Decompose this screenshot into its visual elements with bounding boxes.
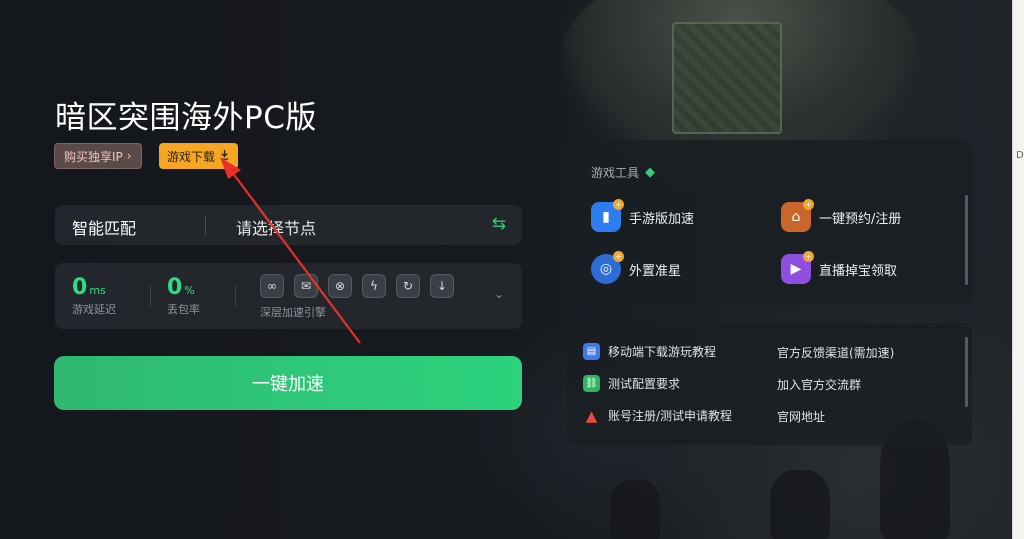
match-mode[interactable]: 智能匹配 (72, 215, 136, 239)
page-title: 暗区突围海外PC版 (55, 100, 317, 136)
link-join-group[interactable]: 加入官方交流群 (777, 376, 861, 393)
scrollbar[interactable] (965, 195, 968, 285)
crosshair-icon: ◎ + (591, 251, 624, 284)
node-select[interactable]: 请选择节点 (236, 215, 316, 239)
mobile-icon: ▮ + (591, 199, 624, 232)
tool-label: 一键预约/注册 (819, 211, 902, 227)
latency-label: 游戏延迟 (72, 303, 116, 316)
engine-label: 深层加速引擎 (260, 306, 326, 319)
buy-ip-button[interactable]: 购买独享IP › (54, 143, 142, 169)
background-soldier (770, 470, 830, 539)
download-circle-icon[interactable]: ↓ (430, 274, 454, 298)
divider (150, 285, 151, 307)
link-feedback[interactable]: 官方反馈渠道(需加速) (777, 344, 894, 361)
background-patch (672, 22, 782, 134)
tool-register[interactable]: ⌂ + 一键预约/注册 (781, 199, 902, 232)
swap-icon[interactable]: ⇆ (492, 214, 506, 234)
link-label: 移动端下载游玩教程 (608, 345, 717, 359)
latency-stat: 0 ms 游戏延迟 (72, 275, 116, 317)
register-icon: ⌂ + (781, 199, 814, 232)
tool-live-drops[interactable]: ▶ + 直播掉宝领取 (781, 251, 898, 284)
tool-label: 直播掉宝领取 (819, 263, 898, 279)
stats-panel: 0 ms 游戏延迟 0% 丢包率 ∞ ✉ ⊗ ϟ ↻ ↓ 深层加速引擎 ⌄ (55, 263, 522, 329)
link-register-tutorial[interactable]: ▲ 账号注册/测试申请教程 (583, 406, 733, 425)
scrollbar[interactable] (965, 337, 968, 407)
tool-crosshair[interactable]: ◎ + 外置准星 (591, 251, 682, 284)
cube-icon: ◆ (645, 165, 656, 180)
loss-label: 丢包率 (167, 303, 200, 316)
link-icon[interactable]: ∞ (260, 274, 284, 298)
latency-unit: ms (89, 284, 106, 297)
bolt-icon[interactable]: ϟ (362, 274, 386, 298)
chevron-right-icon: › (126, 149, 132, 163)
packet-loss-stat: 0% 丢包率 (167, 275, 200, 317)
tools-header: 游戏工具 ◆ (591, 164, 655, 181)
link-official-site[interactable]: 官网地址 (777, 408, 825, 425)
link-chain-icon: ⛓ (583, 375, 600, 392)
tool-label: 手游版加速 (629, 211, 695, 227)
node-selector[interactable]: 智能匹配 请选择节点 ⇆ (55, 205, 522, 245)
download-icon (219, 149, 230, 163)
link-label: 账号注册/测试申请教程 (608, 409, 733, 423)
divider (235, 285, 236, 307)
game-download-button[interactable]: 游戏下载 (159, 143, 239, 169)
tools-title: 游戏工具 (591, 166, 640, 180)
tool-mobile-accel[interactable]: ▮ + 手游版加速 (591, 199, 695, 232)
warning-icon: ▲ (585, 406, 598, 425)
phone-download-icon: ▤ (583, 343, 600, 360)
link-test-requirements[interactable]: ⛓ 测试配置要求 (583, 375, 680, 392)
bind-icon[interactable]: ⊗ (328, 274, 352, 298)
latency-value: 0 (72, 275, 88, 300)
live-icon: ▶ + (781, 251, 814, 284)
download-label: 游戏下载 (167, 149, 216, 164)
divider (205, 215, 206, 235)
accelerate-button[interactable]: 一键加速 (54, 356, 522, 410)
chevron-down-icon[interactable]: ⌄ (494, 287, 504, 301)
links-panel: ▤ 移动端下载游玩教程 ⛓ 测试配置要求 ▲ 账号注册/测试申请教程 官方反馈渠… (567, 323, 972, 445)
loss-value: 0 (167, 275, 183, 300)
refresh-icon[interactable]: ↻ (396, 274, 420, 298)
background-soldier (610, 480, 660, 539)
game-tools-panel: 游戏工具 ◆ ▮ + 手游版加速 ⌂ + 一键预约/注册 ◎ + 外置准星 ▶ + 直播… (567, 140, 972, 303)
mail-icon[interactable]: ✉ (294, 274, 318, 298)
loss-unit: % (184, 284, 195, 297)
link-mobile-tutorial[interactable]: ▤ 移动端下载游玩教程 (583, 343, 716, 360)
buy-ip-label: 购买独享IP (64, 149, 123, 164)
window-edge: D (1012, 0, 1024, 539)
tool-label: 外置准星 (629, 263, 682, 279)
link-label: 测试配置要求 (608, 377, 681, 391)
engine-icons: ∞ ✉ ⊗ ϟ ↻ ↓ (260, 274, 454, 298)
